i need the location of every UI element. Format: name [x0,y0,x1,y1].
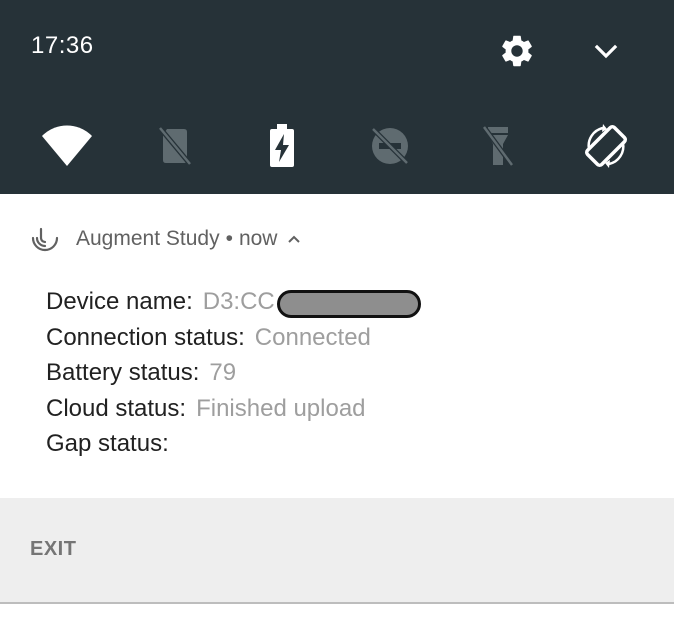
chevron-up-icon[interactable] [287,234,301,244]
qs-tile-battery[interactable] [254,118,310,174]
device-name-label: Device name: [46,288,193,315]
app-icon [31,227,59,252]
notification-actions: EXIT [0,498,674,602]
battery-charging-icon [270,124,294,167]
redaction-mark [276,290,421,318]
qs-tile-sim[interactable] [147,118,203,174]
gear-icon[interactable] [498,32,536,70]
cloud-status-label: Cloud status: [46,394,187,422]
cloud-status-value: Finished upload [196,394,366,422]
screen-rotation-icon [584,124,628,168]
connection-status-line: Connection status: Connected [46,320,421,356]
qs-tile-flashlight[interactable] [470,118,526,174]
quick-settings-shade: 17:36 [0,0,674,194]
connection-status-label: Connection status: [46,323,245,351]
gap-status-line: Gap status: [46,426,421,462]
status-time: 17:36 [31,32,94,59]
wifi-icon [42,125,92,166]
qs-tile-dnd[interactable] [362,118,418,174]
cloud-status-line: Cloud status: Finished upload [46,391,421,427]
chevron-down-icon[interactable] [594,42,618,62]
exit-button[interactable]: EXIT [30,538,76,561]
quick-settings-row [0,118,674,174]
flashlight-off-icon [481,125,515,167]
battery-status-value: 79 [209,359,237,386]
header-separator: • [225,227,233,250]
qs-tile-rotation[interactable] [578,118,634,174]
notification-header: Augment Study • now [30,224,301,254]
app-name: Augment Study [76,227,220,250]
qs-tile-wifi[interactable] [39,118,95,174]
battery-status-line: Battery status: 79 [46,355,421,391]
notification-time: now [238,227,278,250]
device-name-value: D3:CC [202,288,275,315]
gap-status-label: Gap status: [46,430,169,457]
notification-divider [0,602,674,604]
notification-card[interactable]: Augment Study • now Device name: D3:CC C… [0,194,674,498]
battery-status-label: Battery status: [46,359,200,386]
do-not-disturb-off-icon [371,127,409,165]
notification-body: Device name: D3:CC Connection status: Co… [46,284,421,462]
device-name-line: Device name: D3:CC [46,284,421,320]
connection-status-value: Connected [254,323,371,351]
sim-card-off-icon [158,126,192,166]
